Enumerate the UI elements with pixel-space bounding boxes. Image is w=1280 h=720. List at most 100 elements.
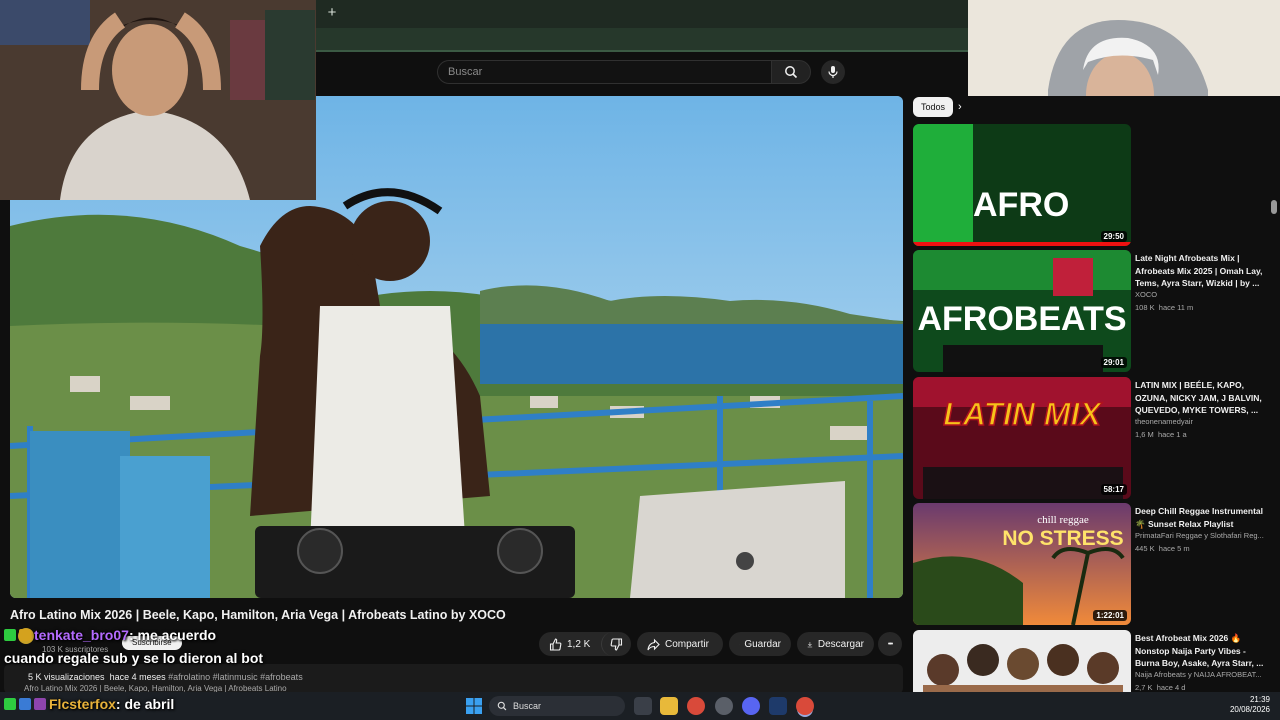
taskbar-search-label: Buscar: [513, 701, 542, 711]
thumbnail-image: [913, 630, 1131, 692]
recommended-channel[interactable]: XOCO: [1135, 290, 1271, 299]
discord-icon[interactable]: [742, 697, 760, 715]
new-tab-button[interactable]: +: [324, 4, 340, 22]
duration-badge: 58:17: [1100, 484, 1127, 495]
view-count: 2,7 K: [1135, 683, 1153, 692]
chat-badge-icon: [34, 698, 46, 710]
chat-username: tenkate_bro07: [34, 627, 129, 643]
video-meta: 5 K visualizaciones hace 4 meses #afrola…: [28, 672, 303, 682]
download-label: Descargar: [817, 638, 864, 650]
chat-badge-icon: [4, 698, 16, 710]
save-label: Guardar: [744, 638, 781, 650]
more-actions-button[interactable]: •••: [878, 632, 902, 656]
recommended-title[interactable]: Late Night Afrobeats Mix | Afrobeats Mix…: [1135, 252, 1271, 290]
recommended-meta: 1,6 M hace 1 a: [1135, 430, 1187, 439]
recommended-video[interactable]: chill reggae NO STRESS 1:22:01 Deep Chil…: [913, 503, 1273, 625]
task-view-icon[interactable]: [634, 697, 652, 715]
search-input[interactable]: [437, 60, 771, 84]
file-explorer-icon[interactable]: [660, 697, 678, 715]
view-count: 5 K visualizaciones: [28, 672, 105, 682]
taskbar-search[interactable]: Buscar: [489, 696, 625, 716]
chat-text: : de abril: [115, 696, 175, 712]
search-icon: [785, 66, 798, 79]
download-button[interactable]: Descargar: [797, 632, 874, 656]
recommended-title[interactable]: Best Afrobeat Mix 2026 🔥 Nonstop Naija P…: [1135, 632, 1271, 670]
recommended-video[interactable]: AFROBEATS 29:01 Late Night Afrobeats Mix…: [913, 250, 1273, 372]
taskbar-clock[interactable]: 21:39 20/08/2026: [1226, 695, 1270, 715]
obs-icon[interactable]: [769, 697, 787, 715]
thumbnail-text: AFRO: [973, 186, 1069, 224]
chat-badge-icon: [19, 629, 31, 641]
clock-time: 21:39: [1249, 695, 1270, 704]
thumbnail-text: LATIN MIX: [943, 396, 1102, 432]
clock-date: 20/08/2026: [1229, 705, 1270, 714]
like-button[interactable]: 1,2 K: [539, 632, 601, 656]
recommended-channel[interactable]: theonenamedyair: [1135, 417, 1271, 426]
upload-age: hace 5 m: [1158, 544, 1190, 553]
start-windows-icon[interactable]: [465, 697, 483, 715]
recommended-title[interactable]: LATIN MIX | BEÉLE, KAPO, OZUNA, NICKY JA…: [1135, 379, 1271, 417]
search-icon: [497, 701, 507, 711]
view-count: 108 K: [1135, 303, 1155, 312]
share-icon: [647, 638, 660, 650]
browser-toolbar: [316, 28, 976, 50]
chat-message: tenkate_bro07: me acuerdo: [4, 627, 216, 643]
save-button[interactable]: Guardar: [729, 632, 791, 656]
thumbnail-text: NO STRESS: [1002, 527, 1123, 550]
upload-age: hace 1 a: [1157, 430, 1187, 439]
view-count: 445 K: [1135, 544, 1155, 553]
chrome-active-icon[interactable]: [796, 697, 814, 715]
app-icon[interactable]: [715, 697, 733, 715]
recommended-video[interactable]: LATIN MIX 58:17 LATIN MIX | BEÉLE, KAPO,…: [913, 377, 1273, 499]
recommended-video[interactable]: Best Afrobeat Mix 2026 🔥 Nonstop Naija P…: [913, 630, 1273, 692]
recommended-channel[interactable]: PrimataFari Reggae y Slothafari Reg...: [1135, 531, 1271, 540]
chat-badge-icon: [4, 629, 16, 641]
voice-search-button[interactable]: [821, 60, 845, 84]
chat-message: Flcsterfox: de abril: [4, 696, 174, 712]
like-count: 1,2 K: [567, 638, 591, 650]
duration-badge: 29:01: [1100, 357, 1127, 368]
search-button[interactable]: [771, 60, 811, 84]
video-thumbnail[interactable]: AFRO 29:50: [913, 124, 1131, 246]
recommended-channel[interactable]: Naija Afrobeats y NAIJA AFROBEAT...: [1135, 670, 1271, 679]
video-thumbnail[interactable]: chill reggae NO STRESS 1:22:01: [913, 503, 1131, 625]
thumbs-up-icon: [549, 637, 562, 651]
share-button[interactable]: Compartir: [637, 632, 723, 656]
recommended-meta: 445 K hace 5 m: [1135, 544, 1190, 553]
thumbnail-image: chill reggae NO STRESS: [913, 503, 1131, 625]
recommended-meta: 2,7 K hace 4 d: [1135, 683, 1185, 692]
hashtags[interactable]: #afrolatino #latinmusic #afrobeats: [168, 672, 303, 682]
video-thumbnail[interactable]: LATIN MIX 58:17: [913, 377, 1131, 499]
recommended-meta: 108 K hace 11 m: [1135, 303, 1193, 312]
streamer-camera-image: [0, 0, 316, 200]
thumbnail-text: AFROBEATS: [917, 300, 1126, 338]
upload-age: hace 4 d: [1156, 683, 1186, 692]
duration-badge: 1:22:01: [1093, 610, 1127, 621]
duration-badge: 29:50: [1100, 231, 1127, 242]
video-thumbnail[interactable]: [913, 630, 1131, 692]
chat-text: cuando regale sub y se lo dieron al bot: [4, 650, 264, 666]
thumbnail-subtext: chill reggae: [1037, 514, 1089, 526]
chat-username: Flcsterfox: [49, 696, 116, 712]
view-count: 1,6 M: [1135, 430, 1154, 439]
recommended-video[interactable]: AFRO 29:50: [913, 124, 1273, 246]
dislike-button[interactable]: [601, 632, 631, 656]
microphone-icon: [828, 66, 838, 78]
more-icon: •••: [887, 640, 893, 648]
video-thumbnail[interactable]: AFROBEATS 29:01: [913, 250, 1131, 372]
thumbnail-image: AFRO: [913, 124, 1131, 246]
upload-age: hace 4 meses: [109, 672, 166, 682]
upload-age: hace 11 m: [1158, 303, 1194, 312]
chip-all[interactable]: Todos: [913, 97, 954, 117]
webcam-streamer-left: [0, 0, 316, 200]
thumbnail-image: AFROBEATS: [913, 250, 1131, 372]
chat-text: : me acuerdo: [128, 627, 217, 643]
chat-message: cuando regale sub y se lo dieron al bot: [4, 650, 263, 666]
share-label: Compartir: [665, 638, 709, 650]
chip-next-arrow-icon[interactable]: ›: [958, 97, 972, 117]
chrome-icon[interactable]: [687, 697, 705, 715]
thumbs-down-icon: [610, 637, 623, 651]
video-title: Afro Latino Mix 2026 | Beele, Kapo, Hami…: [10, 608, 506, 622]
chat-badge-icon: [19, 698, 31, 710]
recommended-title[interactable]: Deep Chill Reggae Instrumental 🌴 Sunset …: [1135, 505, 1271, 530]
